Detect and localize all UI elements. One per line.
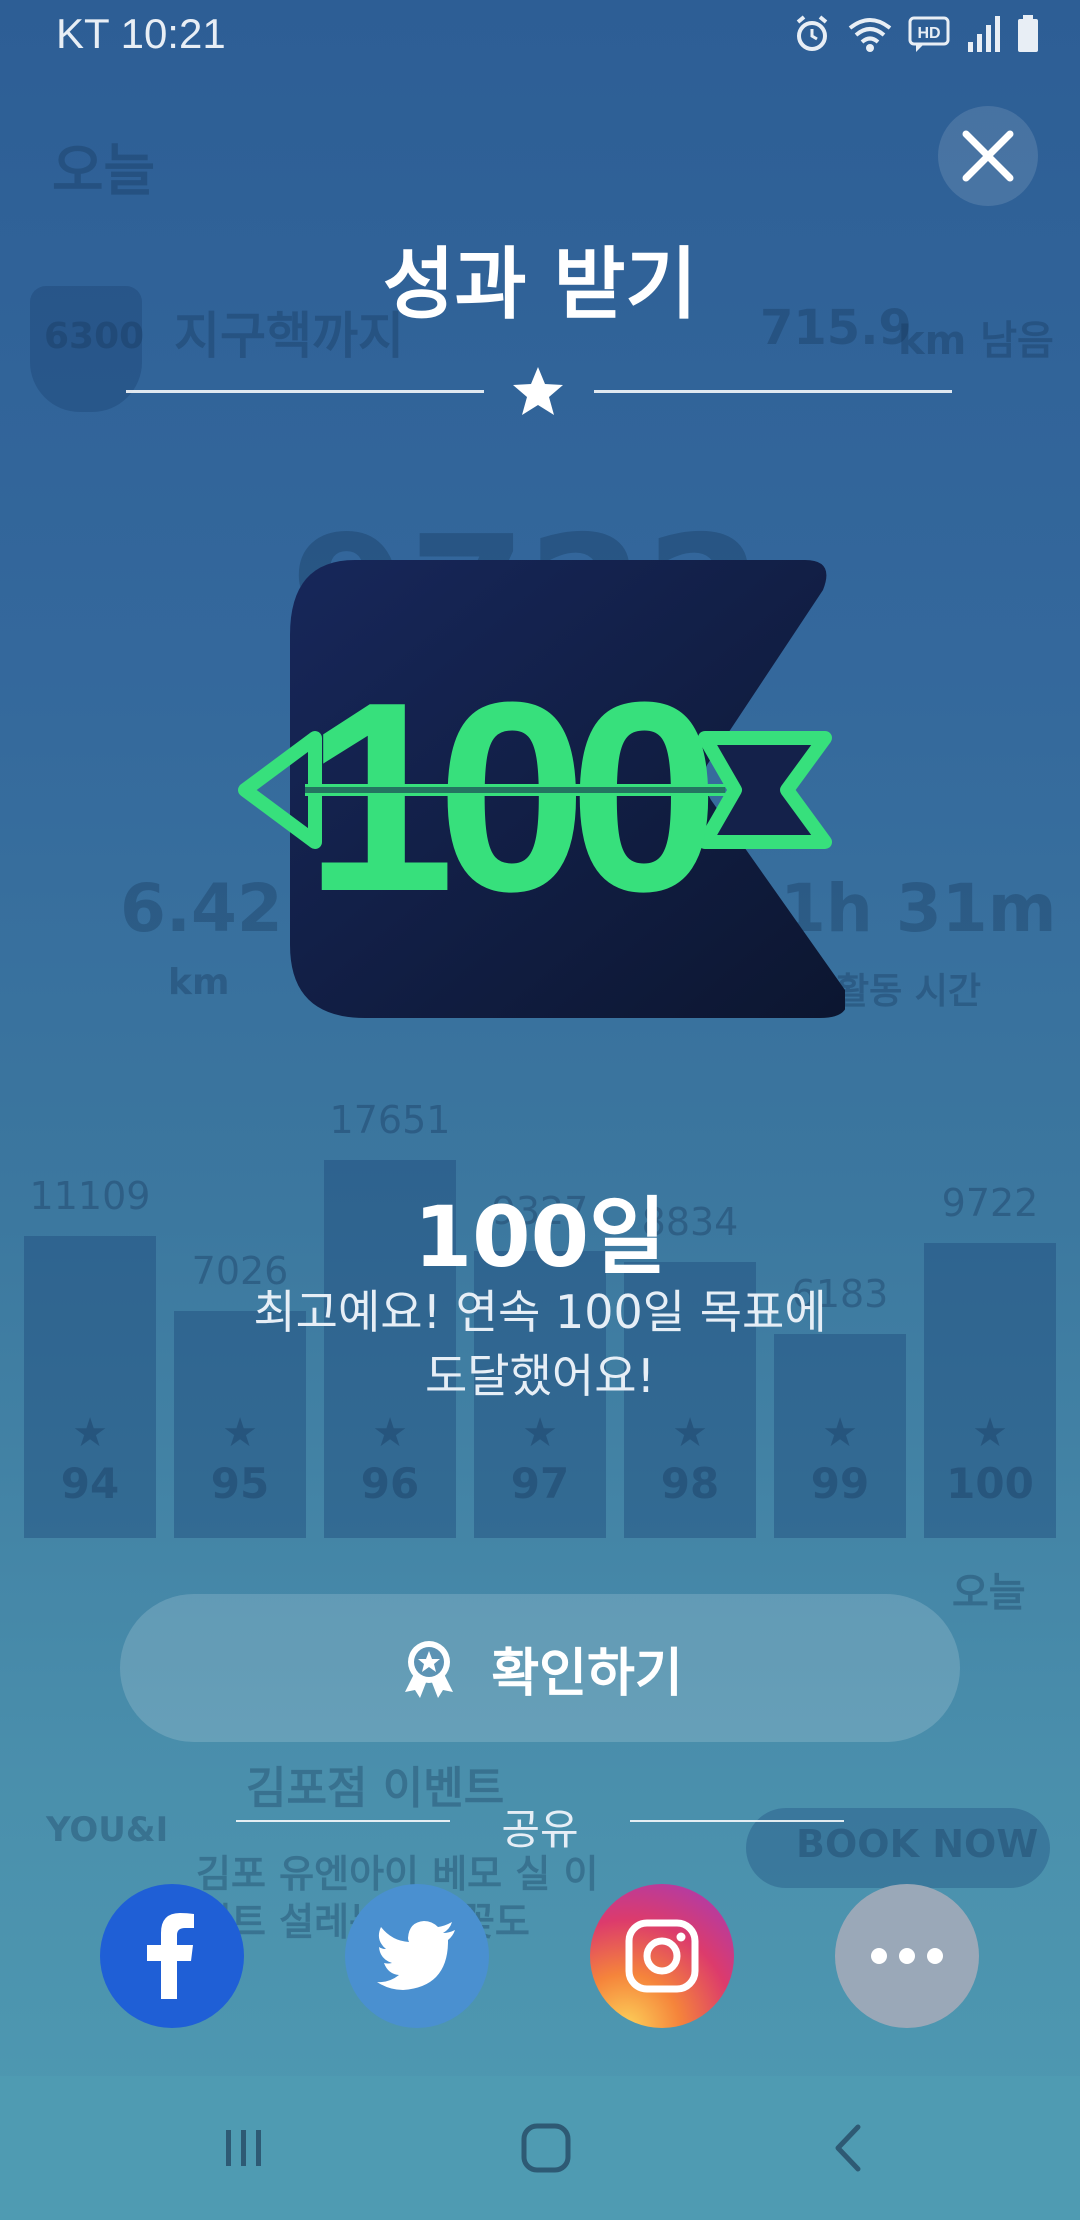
bg-time-label: 활동 시간: [836, 971, 982, 1012]
share-label: 공유: [501, 1805, 579, 1854]
bg-streak-star-icon: ★: [372, 1410, 408, 1456]
confirm-button[interactable]: 확인하기: [120, 1594, 960, 1742]
bg-streak-star-icon: ★: [822, 1410, 858, 1456]
achievement-badge-icon: 100: [238, 560, 845, 1018]
title-divider-right: [594, 390, 952, 393]
bg-streak-star-icon: ★: [672, 1410, 708, 1456]
home-button[interactable]: [486, 2076, 606, 2220]
bg-streak-star-icon: ★: [72, 1410, 108, 1456]
more-share-button[interactable]: [835, 1884, 979, 2028]
bg-streak-day: 98: [660, 1459, 720, 1508]
facebook-icon: [147, 1913, 194, 1999]
system-nav-bar: [0, 2076, 1080, 2220]
bg-header-title: 오늘: [52, 139, 156, 204]
battery-icon: [1018, 15, 1038, 52]
facebook-share-button[interactable]: [100, 1884, 244, 2028]
twitter-share-button[interactable]: [345, 1884, 489, 2028]
bg-streak-day: 95: [210, 1459, 270, 1508]
recent-apps-icon: [226, 2130, 261, 2166]
title-divider-left: [126, 390, 484, 393]
star-icon: [513, 367, 563, 415]
bg-streak-steps: 17651: [329, 1098, 451, 1142]
alarm-icon: [796, 15, 828, 51]
home-icon: [521, 2123, 571, 2173]
signal-icon: [968, 16, 1000, 52]
back-button[interactable]: [788, 2076, 908, 2220]
bg-streak-star-icon: ★: [972, 1410, 1008, 1456]
twitter-icon: [377, 1921, 455, 1990]
badge-number: 100: [305, 647, 709, 948]
wifi-icon: [848, 18, 892, 52]
modal-title: 성과 받기: [382, 240, 698, 330]
bg-streak-day: 96: [360, 1459, 420, 1508]
achievement-desc-line1: 최고예요! 연속 100일 목표에: [253, 1285, 827, 1339]
svg-text:HD: HD: [917, 25, 940, 42]
award-ribbon-icon: [405, 1641, 454, 1698]
bg-streak-star-icon: ★: [522, 1410, 558, 1456]
achievement-desc-line2: 도달했어요!: [424, 1349, 656, 1403]
bg-distance-unit: km: [168, 962, 230, 1003]
bg-streak-day: 100: [946, 1459, 1034, 1508]
close-icon: [962, 130, 1014, 182]
status-bar: KT 10:21 HD: [0, 0, 1080, 72]
back-icon: [835, 2124, 861, 2172]
hd-icon: HD: [908, 16, 950, 52]
bg-streak-star-icon: ★: [222, 1410, 258, 1456]
confirm-label: 확인하기: [491, 1643, 683, 1704]
achievement-description: 최고예요! 연속 100일 목표에 도달했어요!: [200, 1280, 880, 1408]
instagram-icon: [625, 1919, 699, 1993]
bg-today-label: 오늘: [952, 1570, 1026, 1616]
share-divider-right: [630, 1820, 844, 1822]
instagram-share-button[interactable]: [590, 1884, 734, 2028]
bg-streak-day: 99: [810, 1459, 870, 1508]
close-button[interactable]: [938, 106, 1038, 206]
more-icon: [871, 1948, 943, 1964]
bg-streak-day: 97: [510, 1459, 570, 1508]
bg-streak-day: 94: [60, 1459, 120, 1508]
carrier-time: KT 10:21: [56, 10, 226, 57]
achievement-title: 100일: [413, 1188, 667, 1286]
status-icons: HD: [792, 14, 1040, 54]
recent-apps-button[interactable]: [184, 2076, 304, 2220]
